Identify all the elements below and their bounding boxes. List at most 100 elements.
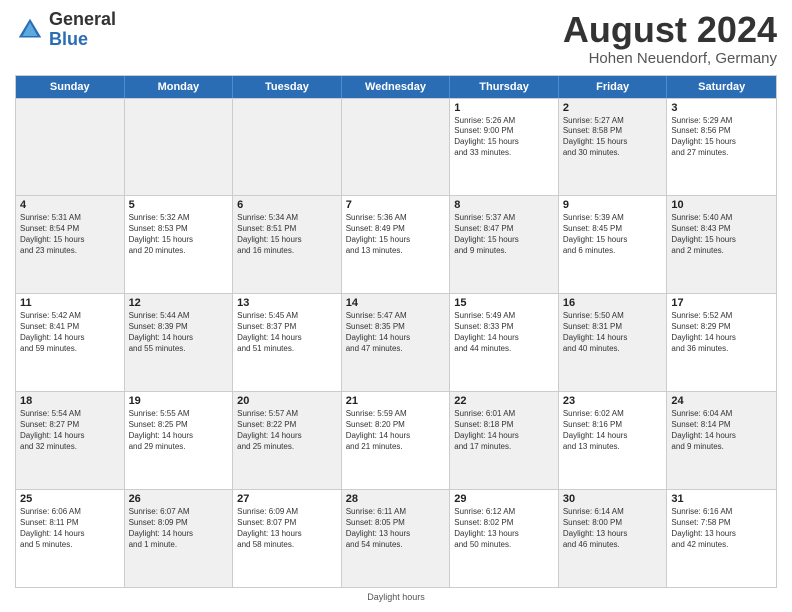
cell-text: Sunrise: 6:16 AM Sunset: 7:58 PM Dayligh… xyxy=(671,507,772,550)
calendar-cell: 29Sunrise: 6:12 AM Sunset: 8:02 PM Dayli… xyxy=(450,490,559,587)
calendar-row: 11 Sunrise: 5:42 AM Sunset: 8:41 PM Dayli… xyxy=(16,293,776,391)
calendar-cell: 31 Sunrise: 6:16 AM Sunset: 7:58 PM Dayli… xyxy=(667,490,776,587)
cell-text: Sunrise: 6:14 AM Sunset: 8:00 PM Dayligh… xyxy=(563,507,663,550)
day-number: 3 xyxy=(671,102,772,114)
day-number: 22 xyxy=(454,395,554,407)
day-number: 28 xyxy=(346,493,446,505)
cell-text: Sunrise: 5:32 AM Sunset: 8:53 PM Dayligh… xyxy=(129,213,229,256)
day-number: 4 xyxy=(20,199,120,211)
title-block: August 2024 Hohen Neuendorf, Germany xyxy=(563,10,777,67)
calendar-row: 4 Sunrise: 5:31 AM Sunset: 8:54 PM Daylig… xyxy=(16,195,776,293)
cell-text: Sunrise: 6:11 AM Sunset: 8:05 PM Dayligh… xyxy=(346,507,446,550)
calendar-cell: 8 Sunrise: 5:37 AM Sunset: 8:47 PM Daylig… xyxy=(450,196,559,293)
cell-text: Sunrise: 5:42 AM Sunset: 8:41 PM Dayligh… xyxy=(20,311,120,354)
day-number: 16 xyxy=(563,297,663,309)
calendar-cell: 28 Sunrise: 6:11 AM Sunset: 8:05 PM Dayli… xyxy=(342,490,451,587)
calendar-cell: 25 Sunrise: 6:06 AM Sunset: 8:11 PM Dayli… xyxy=(16,490,125,587)
day-number: 20 xyxy=(237,395,337,407)
cell-text: Sunrise: 5:59 AM Sunset: 8:20 PM Dayligh… xyxy=(346,409,446,452)
calendar-cell: 14Sunrise: 5:47 AM Sunset: 8:35 PM Dayli… xyxy=(342,294,451,391)
cell-text: Sunrise: 5:27 AM Sunset: 8:58 PM Dayligh… xyxy=(563,116,663,159)
cell-text: Sunrise: 5:44 AM Sunset: 8:39 PM Dayligh… xyxy=(129,311,229,354)
page: General Blue August 2024 Hohen Neuendorf… xyxy=(0,0,792,612)
cell-text: Sunrise: 6:09 AM Sunset: 8:07 PM Dayligh… xyxy=(237,507,337,550)
cell-text: Sunrise: 5:54 AM Sunset: 8:27 PM Dayligh… xyxy=(20,409,120,452)
cell-text: Sunrise: 6:04 AM Sunset: 8:14 PM Dayligh… xyxy=(671,409,772,452)
day-number: 17 xyxy=(671,297,772,309)
day-number: 30 xyxy=(563,493,663,505)
calendar-cell: 26 Sunrise: 6:07 AM Sunset: 8:09 PM Dayli… xyxy=(125,490,234,587)
calendar-cell: 6Sunrise: 5:34 AM Sunset: 8:51 PM Daylig… xyxy=(233,196,342,293)
logo-icon xyxy=(15,15,45,45)
day-number: 21 xyxy=(346,395,446,407)
calendar-cell: 30 Sunrise: 6:14 AM Sunset: 8:00 PM Dayli… xyxy=(559,490,668,587)
day-number: 18 xyxy=(20,395,120,407)
calendar-header-cell: Friday xyxy=(559,76,668,98)
footer-note: Daylight hours xyxy=(15,592,777,602)
calendar-cell: 23 Sunrise: 6:02 AM Sunset: 8:16 PM Dayli… xyxy=(559,392,668,489)
calendar-row: 25 Sunrise: 6:06 AM Sunset: 8:11 PM Dayli… xyxy=(16,489,776,587)
cell-text: Sunrise: 6:06 AM Sunset: 8:11 PM Dayligh… xyxy=(20,507,120,550)
logo: General Blue xyxy=(15,10,116,50)
cell-text: Sunrise: 5:37 AM Sunset: 8:47 PM Dayligh… xyxy=(454,213,554,256)
cell-text: Sunrise: 5:39 AM Sunset: 8:45 PM Dayligh… xyxy=(563,213,663,256)
cell-text: Sunrise: 5:31 AM Sunset: 8:54 PM Dayligh… xyxy=(20,213,120,256)
day-number: 10 xyxy=(671,199,772,211)
day-number: 23 xyxy=(563,395,663,407)
cell-text: Sunrise: 5:26 AM Sunset: 9:00 PM Dayligh… xyxy=(454,116,554,159)
calendar-cell: 11 Sunrise: 5:42 AM Sunset: 8:41 PM Dayli… xyxy=(16,294,125,391)
cell-text: Sunrise: 5:49 AM Sunset: 8:33 PM Dayligh… xyxy=(454,311,554,354)
day-number: 1 xyxy=(454,102,554,114)
calendar-cell: 10 Sunrise: 5:40 AM Sunset: 8:43 PM Dayli… xyxy=(667,196,776,293)
day-number: 26 xyxy=(129,493,229,505)
calendar-header-cell: Tuesday xyxy=(233,76,342,98)
day-number: 19 xyxy=(129,395,229,407)
cell-text: Sunrise: 5:52 AM Sunset: 8:29 PM Dayligh… xyxy=(671,311,772,354)
calendar-cell: 9 Sunrise: 5:39 AM Sunset: 8:45 PM Daylig… xyxy=(559,196,668,293)
day-number: 12 xyxy=(129,297,229,309)
day-number: 11 xyxy=(20,297,120,309)
cell-text: Sunrise: 6:01 AM Sunset: 8:18 PM Dayligh… xyxy=(454,409,554,452)
cell-text: Sunrise: 5:57 AM Sunset: 8:22 PM Dayligh… xyxy=(237,409,337,452)
cell-text: Sunrise: 5:45 AM Sunset: 8:37 PM Dayligh… xyxy=(237,311,337,354)
calendar-cell: 17 Sunrise: 5:52 AM Sunset: 8:29 PM Dayli… xyxy=(667,294,776,391)
calendar-cell: 22 Sunrise: 6:01 AM Sunset: 8:18 PM Dayli… xyxy=(450,392,559,489)
cell-text: Sunrise: 5:55 AM Sunset: 8:25 PM Dayligh… xyxy=(129,409,229,452)
cell-text: Sunrise: 5:47 AM Sunset: 8:35 PM Dayligh… xyxy=(346,311,446,354)
logo-blue-text: Blue xyxy=(49,30,116,50)
logo-general-text: General xyxy=(49,10,116,30)
cell-text: Sunrise: 6:02 AM Sunset: 8:16 PM Dayligh… xyxy=(563,409,663,452)
day-number: 6 xyxy=(237,199,337,211)
calendar-row: 1 Sunrise: 5:26 AM Sunset: 9:00 PM Daylig… xyxy=(16,98,776,196)
day-number: 31 xyxy=(671,493,772,505)
day-number: 24 xyxy=(671,395,772,407)
calendar: SundayMondayTuesdayWednesdayThursdayFrid… xyxy=(15,75,777,588)
cell-text: Sunrise: 5:50 AM Sunset: 8:31 PM Dayligh… xyxy=(563,311,663,354)
calendar-cell: 2 Sunrise: 5:27 AM Sunset: 8:58 PM Daylig… xyxy=(559,99,668,196)
calendar-header-cell: Thursday xyxy=(450,76,559,98)
cell-text: Sunrise: 5:36 AM Sunset: 8:49 PM Dayligh… xyxy=(346,213,446,256)
calendar-cell xyxy=(16,99,125,196)
day-number: 2 xyxy=(563,102,663,114)
cell-text: Sunrise: 6:07 AM Sunset: 8:09 PM Dayligh… xyxy=(129,507,229,550)
calendar-header-cell: Saturday xyxy=(667,76,776,98)
calendar-cell xyxy=(125,99,234,196)
cell-text: Sunrise: 5:29 AM Sunset: 8:56 PM Dayligh… xyxy=(671,116,772,159)
cell-text: Sunrise: 5:40 AM Sunset: 8:43 PM Dayligh… xyxy=(671,213,772,256)
calendar-cell: 27Sunrise: 6:09 AM Sunset: 8:07 PM Dayli… xyxy=(233,490,342,587)
calendar-cell: 1 Sunrise: 5:26 AM Sunset: 9:00 PM Daylig… xyxy=(450,99,559,196)
calendar-cell: 4 Sunrise: 5:31 AM Sunset: 8:54 PM Daylig… xyxy=(16,196,125,293)
day-number: 8 xyxy=(454,199,554,211)
title-location: Hohen Neuendorf, Germany xyxy=(563,50,777,67)
calendar-cell: 3 Sunrise: 5:29 AM Sunset: 8:56 PM Daylig… xyxy=(667,99,776,196)
day-number: 9 xyxy=(563,199,663,211)
header: General Blue August 2024 Hohen Neuendorf… xyxy=(15,10,777,67)
calendar-cell: 20 Sunrise: 5:57 AM Sunset: 8:22 PM Dayli… xyxy=(233,392,342,489)
calendar-cell: 21 Sunrise: 5:59 AM Sunset: 8:20 PM Dayli… xyxy=(342,392,451,489)
calendar-cell: 12 Sunrise: 5:44 AM Sunset: 8:39 PM Dayli… xyxy=(125,294,234,391)
day-number: 25 xyxy=(20,493,120,505)
calendar-cell: 7Sunrise: 5:36 AM Sunset: 8:49 PM Daylig… xyxy=(342,196,451,293)
calendar-cell: 16 Sunrise: 5:50 AM Sunset: 8:31 PM Dayli… xyxy=(559,294,668,391)
logo-text: General Blue xyxy=(49,10,116,50)
calendar-cell: 13Sunrise: 5:45 AM Sunset: 8:37 PM Dayli… xyxy=(233,294,342,391)
